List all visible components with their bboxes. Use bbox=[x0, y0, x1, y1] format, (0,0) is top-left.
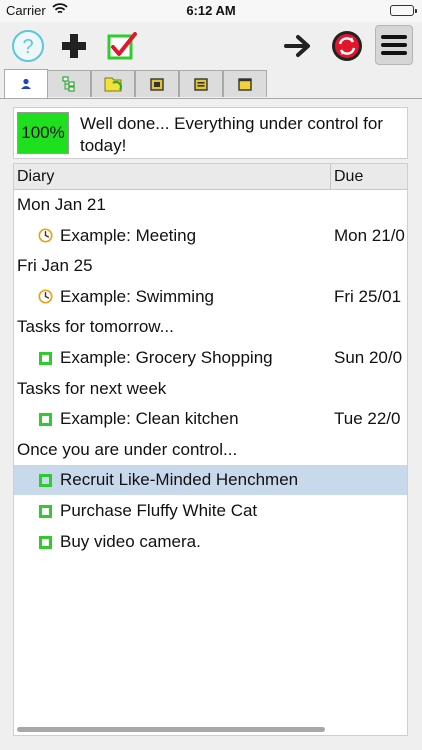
red-sync-icon bbox=[332, 31, 362, 61]
forward-button[interactable] bbox=[280, 28, 316, 64]
task-label: Example: Grocery Shopping bbox=[60, 348, 273, 367]
task-label: Example: Meeting bbox=[60, 225, 197, 245]
status-bar: Carrier 6:12 AM bbox=[0, 0, 422, 22]
help-button[interactable]: ? bbox=[10, 28, 46, 64]
group-label: Once you are under control... bbox=[17, 439, 238, 459]
group-header-row[interactable]: Tasks for next week bbox=[14, 374, 407, 404]
column-divider[interactable] bbox=[330, 164, 331, 189]
checkbox-icon[interactable] bbox=[39, 474, 52, 488]
group-header-row[interactable]: Fri Jan 25 bbox=[14, 251, 407, 281]
checkbox-icon[interactable] bbox=[39, 413, 52, 427]
arrow-right-icon bbox=[284, 35, 310, 57]
group-label: Fri Jan 25 bbox=[17, 256, 93, 276]
task-label: Purchase Fluffy White Cat bbox=[60, 501, 258, 520]
group-label: Tasks for tomorrow... bbox=[17, 317, 174, 337]
column-header-due[interactable]: Due bbox=[334, 164, 363, 189]
tab-projects[interactable] bbox=[91, 70, 135, 97]
calendar-icon bbox=[150, 78, 164, 91]
tab-notes[interactable] bbox=[223, 70, 267, 97]
checkbox-icon[interactable] bbox=[39, 505, 52, 518]
notepad-icon bbox=[238, 78, 252, 91]
task-due-date: Tue 22/0 bbox=[334, 409, 401, 429]
task-row[interactable]: Purchase Fluffy White Cat bbox=[14, 496, 407, 526]
menu-button[interactable] bbox=[375, 25, 413, 65]
svg-text:?: ? bbox=[22, 36, 33, 58]
tab-people[interactable] bbox=[4, 69, 48, 98]
task-label: Recruit Like-Minded Henchmen bbox=[60, 470, 299, 490]
complete-button[interactable] bbox=[104, 28, 140, 64]
task-due-date: Sun 20/0 bbox=[334, 348, 403, 367]
tab-hierarchy[interactable] bbox=[47, 70, 91, 97]
folder-icon bbox=[104, 77, 123, 92]
battery-icon bbox=[390, 5, 417, 16]
group-header-row[interactable]: Once you are under control... bbox=[14, 435, 407, 465]
view-tabs bbox=[0, 68, 422, 99]
hierarchy-icon bbox=[62, 76, 75, 92]
checkbox-icon[interactable] bbox=[39, 352, 52, 365]
red-checkmark-icon bbox=[107, 32, 137, 60]
hamburger-menu-icon bbox=[381, 35, 407, 55]
person-icon bbox=[21, 78, 31, 89]
diary-table: Diary Due Mon Jan 21 Example: Meeting Mon … bbox=[13, 163, 408, 736]
task-due-date: Fri 25/01 bbox=[334, 286, 402, 306]
toolbar: ? bbox=[0, 22, 422, 68]
checkbox-icon[interactable] bbox=[39, 535, 52, 549]
plus-icon bbox=[62, 34, 86, 58]
task-due-date: Mon 21/0 bbox=[334, 225, 405, 245]
progress-percent: 100% bbox=[17, 112, 69, 154]
task-row[interactable]: Recruit Like-Minded Henchmen bbox=[14, 465, 407, 496]
group-header-row[interactable]: Tasks for tomorrow... bbox=[14, 312, 407, 342]
column-header-diary[interactable]: Diary bbox=[17, 164, 54, 189]
calendar-icon bbox=[194, 78, 208, 91]
task-row[interactable]: Buy video camera. bbox=[14, 527, 407, 557]
clock-icon bbox=[38, 228, 53, 243]
task-row[interactable]: Example: Meeting Mon 21/0 bbox=[14, 221, 407, 251]
group-label: Mon Jan 21 bbox=[17, 195, 106, 214]
table-header: Diary Due bbox=[14, 164, 407, 190]
tab-calendar-week[interactable] bbox=[179, 70, 223, 97]
sync-button[interactable] bbox=[329, 28, 365, 64]
task-row[interactable]: Example: Grocery Shopping Sun 20/0 bbox=[14, 343, 407, 373]
question-circle-icon: ? bbox=[12, 30, 44, 62]
tab-calendar-day[interactable] bbox=[135, 70, 179, 97]
task-label: Example: Swimming bbox=[60, 286, 214, 306]
horizontal-scrollbar[interactable] bbox=[17, 727, 325, 732]
clock-time: 6:12 AM bbox=[186, 3, 236, 18]
progress-banner: 100% Well done... Everything under contr… bbox=[13, 107, 408, 159]
progress-message: Well done... Everything under control fo… bbox=[80, 114, 384, 155]
task-row[interactable]: Example: Clean kitchen Tue 22/0 bbox=[14, 404, 407, 434]
add-button[interactable] bbox=[56, 28, 92, 64]
group-header-row[interactable]: Mon Jan 21 bbox=[14, 190, 407, 220]
group-label: Tasks for next week bbox=[17, 378, 167, 398]
task-row[interactable]: Example: Swimming Fri 25/01 bbox=[14, 282, 407, 312]
task-label: Example: Clean kitchen bbox=[60, 409, 239, 429]
clock-icon bbox=[38, 289, 53, 304]
task-label: Buy video camera. bbox=[60, 531, 201, 551]
